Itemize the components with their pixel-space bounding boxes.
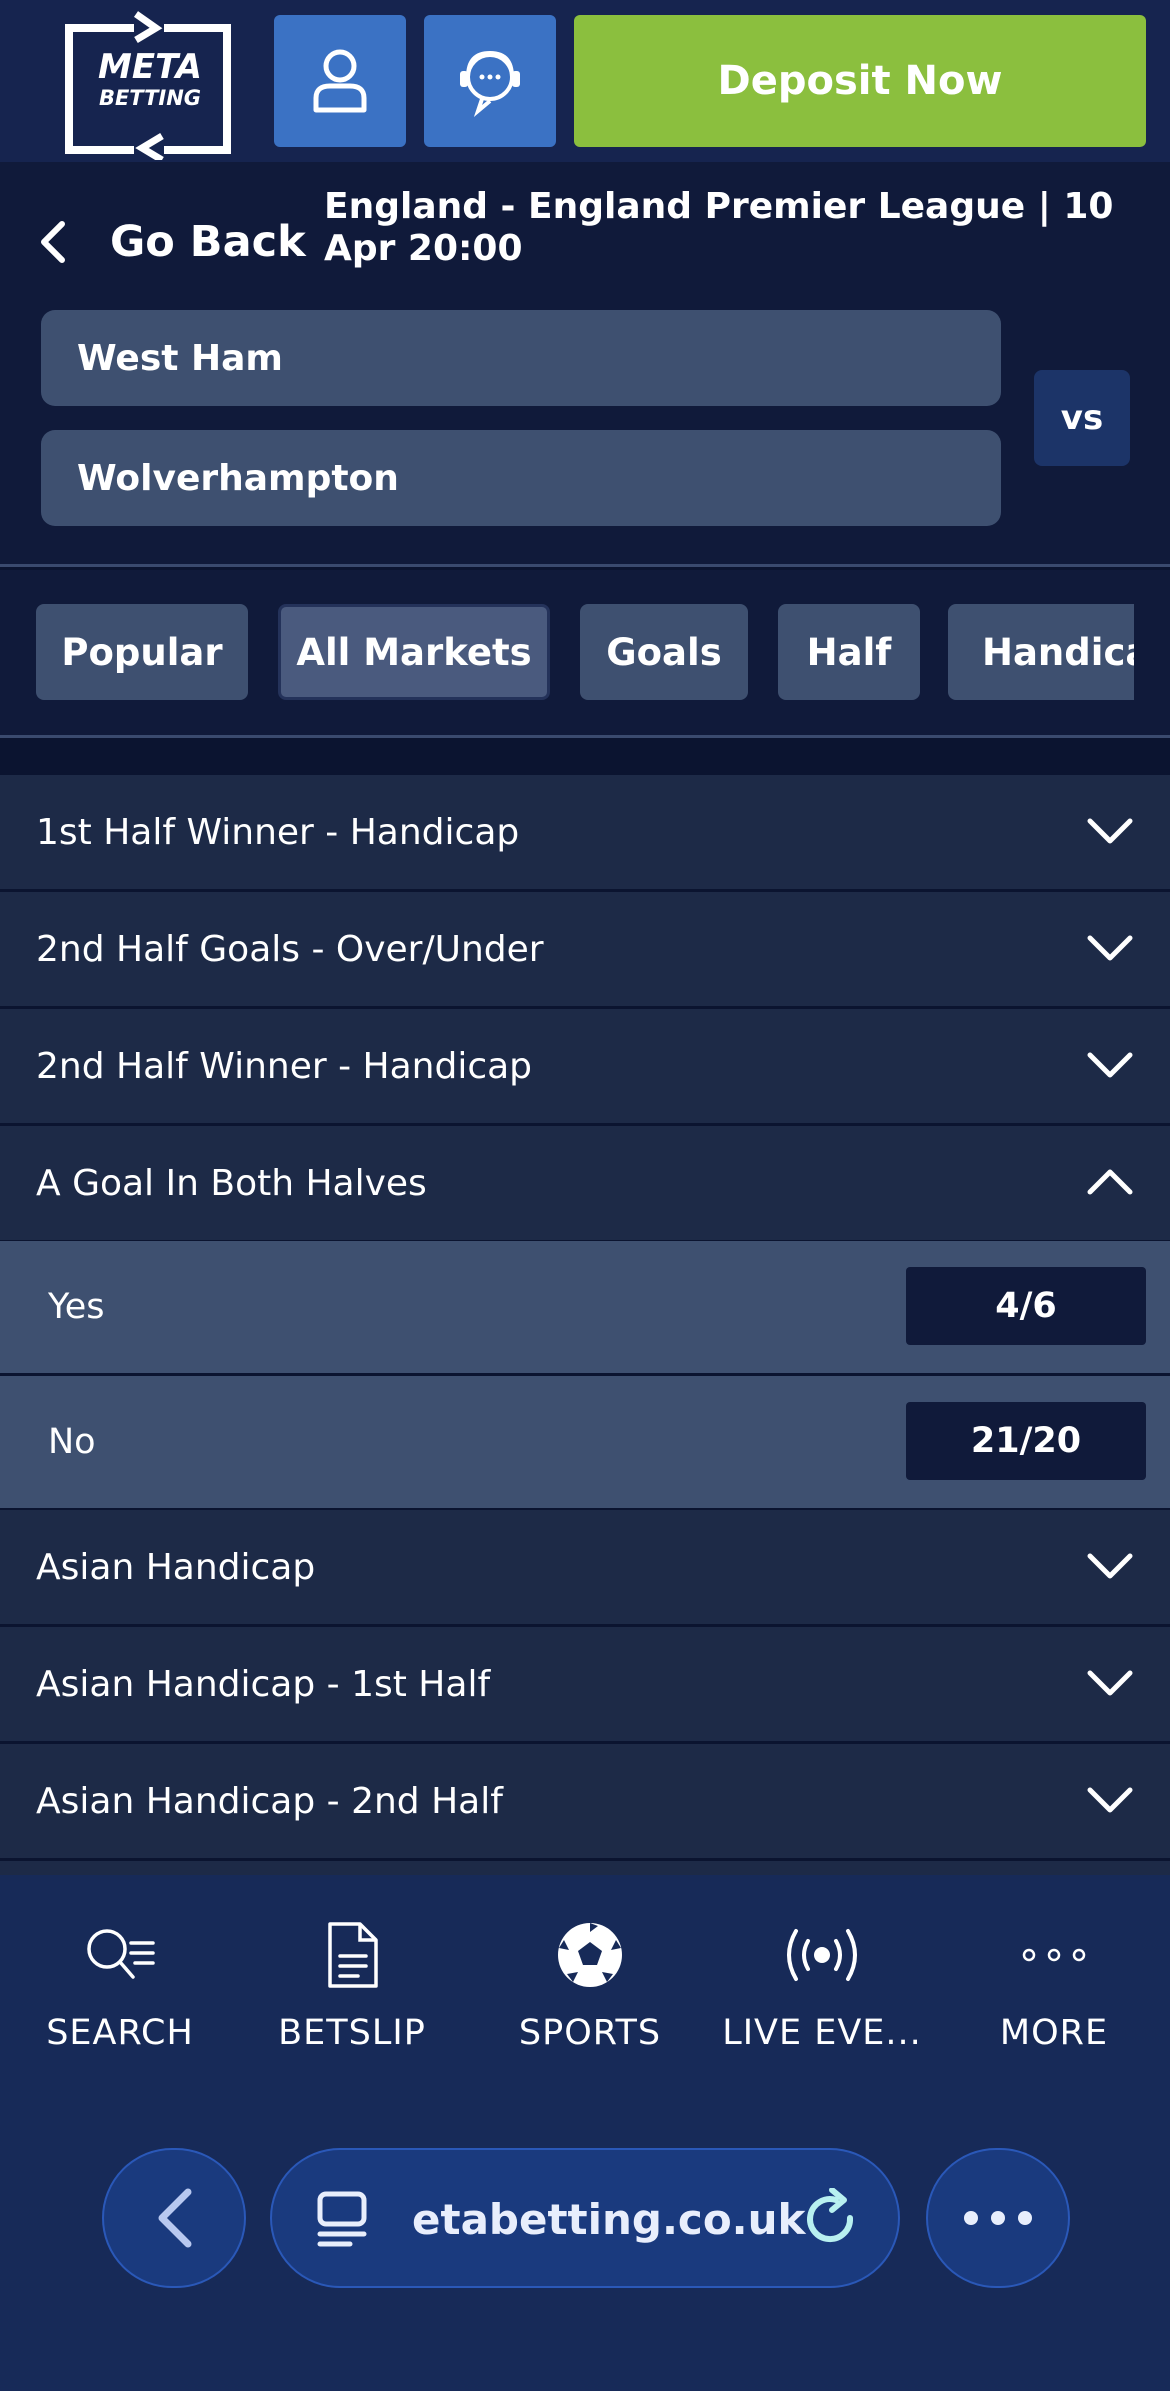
search-icon: [87, 1929, 155, 1979]
nav-betslip[interactable]: BETSLIP: [242, 1915, 462, 2065]
betslip-icon: [328, 1922, 378, 1988]
home-team: West Ham: [41, 310, 1001, 406]
tab-popular[interactable]: Popular: [36, 604, 248, 700]
market-row[interactable]: 2nd Half Winner - Handicap: [0, 1009, 1170, 1123]
browser-back-button[interactable]: [102, 2148, 246, 2288]
tab-half[interactable]: Half: [778, 604, 920, 700]
live-broadcast-icon: [787, 1929, 857, 1981]
market-tabs: Popular All Markets Goals Half Handica: [0, 570, 1170, 735]
chevron-down-icon: [1087, 1553, 1133, 1579]
top-header: META BETTING Deposit Now: [0, 0, 1170, 164]
tab-handicap[interactable]: Handica: [948, 604, 1134, 700]
market-row-expanded[interactable]: A Goal In Both Halves: [0, 1126, 1170, 1240]
market-name: Asian Handicap - 1st Half: [36, 1663, 491, 1705]
user-icon: [313, 49, 367, 113]
account-button[interactable]: [274, 15, 406, 147]
market-name: 2nd Half Winner - Handicap: [36, 1045, 533, 1087]
back-arrow-icon: [158, 2188, 192, 2248]
divider: [0, 564, 1170, 567]
url-bar[interactable]: etabetting.co.uk: [270, 2148, 900, 2288]
logo-text-betting: BETTING: [98, 86, 202, 110]
nav-sports[interactable]: SPORTS: [480, 1915, 700, 2065]
selection-label: Yes: [48, 1287, 105, 1327]
chevron-down-icon: [1087, 1787, 1133, 1813]
chevron-down-icon: [1087, 818, 1133, 844]
support-chat-icon: [460, 50, 520, 117]
deposit-now-button[interactable]: Deposit Now: [574, 15, 1146, 147]
nav-more[interactable]: MORE: [944, 1915, 1164, 2065]
market-row[interactable]: Asian Handicap: [0, 1510, 1170, 1624]
nav-label: BETSLIP: [278, 2013, 426, 2053]
selection-row-yes: Yes 4/6: [0, 1241, 1170, 1373]
chevron-up-icon: [1087, 1169, 1133, 1195]
vs-badge: vs: [1034, 370, 1130, 466]
away-team: Wolverhampton: [41, 430, 1001, 526]
reload-icon[interactable]: [802, 2188, 862, 2252]
market-row[interactable]: Asian Handicap - 2nd Half: [0, 1744, 1170, 1858]
nav-label: SPORTS: [518, 2013, 662, 2053]
nav-live-events[interactable]: LIVE EVE...: [712, 1915, 932, 2065]
tab-goals[interactable]: Goals: [580, 604, 748, 700]
market-row[interactable]: 2nd Half Goals - Over/Under: [0, 892, 1170, 1006]
chevron-down-icon: [1087, 1052, 1133, 1078]
tabs-page-icon: [317, 2191, 367, 2247]
tab-all-markets[interactable]: All Markets: [278, 604, 550, 700]
divider: [0, 735, 1170, 738]
selection-label: No: [48, 1422, 96, 1462]
market-row[interactable]: 1st Half Winner - Handicap: [0, 775, 1170, 889]
market-name: 2nd Half Goals - Over/Under: [36, 928, 544, 970]
selection-row-no: No 21/20: [0, 1376, 1170, 1508]
market-name: 1st Half Winner - Handicap: [36, 811, 520, 853]
market-row[interactable]: Asian Handicap - 1st Half: [0, 1627, 1170, 1741]
more-horizontal-icon: [964, 2211, 1032, 2225]
market-name: A Goal In Both Halves: [36, 1162, 427, 1204]
browser-menu-button[interactable]: [926, 2148, 1070, 2288]
event-title: England - England Premier League | 10 Ap…: [324, 186, 1114, 269]
nav-label: SEARCH: [46, 2013, 194, 2053]
more-dots-icon: [1022, 1948, 1086, 1962]
nav-label: LIVE EVE...: [722, 2013, 922, 2053]
bottom-navigation: SEARCH BETSLIP SPORTS LIVE EVE... MORE: [0, 1875, 1170, 2391]
url-text: etabetting.co.uk: [412, 2195, 806, 2244]
logo-text-meta: META: [98, 47, 202, 87]
go-back-button[interactable]: Go Back: [38, 202, 306, 282]
event-header: Go Back England - England Premier League…: [0, 162, 1170, 567]
market-name: Asian Handicap: [36, 1546, 316, 1588]
odds-button-no[interactable]: 21/20: [906, 1402, 1146, 1480]
chevron-down-icon: [1087, 935, 1133, 961]
chevron-down-icon: [1087, 1670, 1133, 1696]
chevron-left-icon: [41, 221, 65, 263]
market-name: Asian Handicap - 2nd Half: [36, 1780, 503, 1822]
nav-search[interactable]: SEARCH: [10, 1915, 230, 2065]
odds-button-yes[interactable]: 4/6: [906, 1267, 1146, 1345]
nav-label: MORE: [999, 2013, 1109, 2053]
go-back-label: Go Back: [110, 217, 306, 267]
meta-betting-logo[interactable]: META BETTING: [64, 10, 234, 164]
soccer-ball-icon: [558, 1923, 622, 1987]
support-button[interactable]: [424, 15, 556, 147]
